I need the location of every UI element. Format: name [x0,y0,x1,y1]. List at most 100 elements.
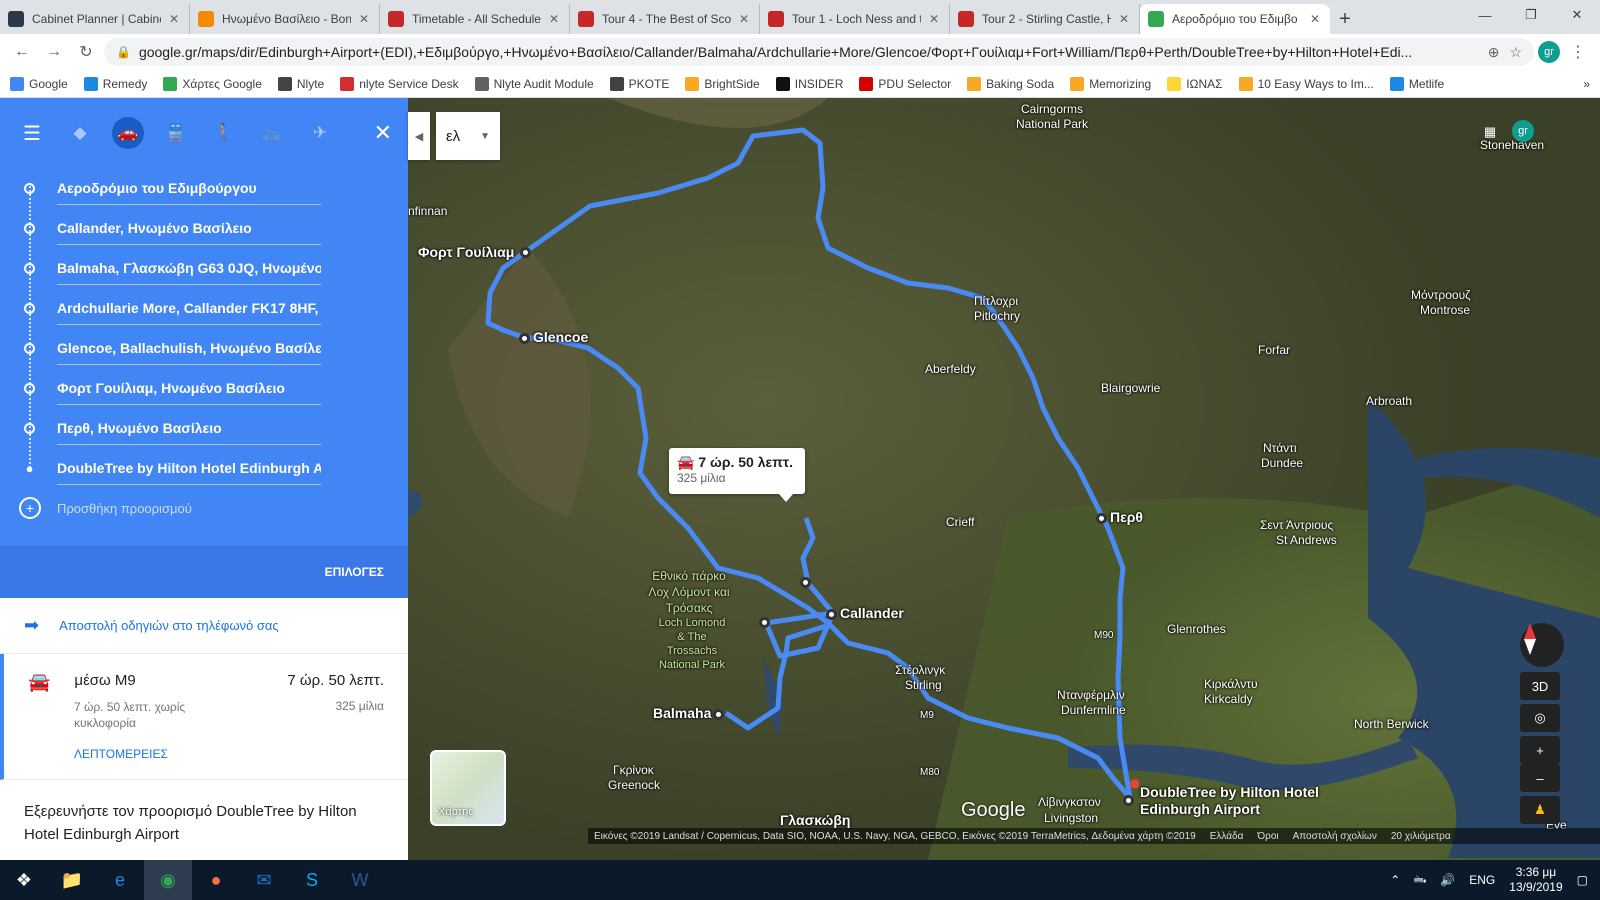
tab-close-icon[interactable]: ✕ [1119,12,1131,26]
network-icon[interactable]: 🖦 [1414,870,1426,891]
bookmark-item[interactable]: PDU Selector [859,76,951,91]
label-perth[interactable]: Περθ [1110,510,1143,525]
tab-close-icon[interactable]: ✕ [929,12,941,26]
my-location-icon[interactable]: ◎ [1520,704,1560,732]
tab-close-icon[interactable]: ✕ [169,12,181,26]
stop-field[interactable]: Ardchullarie More, Callander FK17 8HF, [24,288,408,328]
firefox-icon[interactable]: ● [192,860,240,900]
clock[interactable]: 3:36 μμ 13/9/2019 [1509,865,1562,895]
kebab-menu-icon[interactable]: ⋮ [1564,38,1592,66]
tab-close-icon[interactable]: ✕ [549,12,561,26]
best-route-icon[interactable]: ◆ [64,117,96,149]
skype-icon[interactable]: S [288,860,336,900]
browser-tab[interactable]: Ηνωμένο Βασίλειο - Bon ✕ [190,4,380,34]
bookmark-item[interactable]: Google [10,76,68,91]
stop-field[interactable]: Αεροδρόμιο του Εδιμβούργου [24,168,408,208]
details-link[interactable]: ΛΕΠΤΟΜΕΡΕΙΕΣ [28,747,384,761]
hamburger-menu-icon[interactable]: ☰ [16,117,48,149]
bookmark-item[interactable]: Memorizing [1070,76,1151,91]
add-icon[interactable]: ⊕ [1488,44,1500,61]
options-button[interactable]: ΕΠΙΛΟΓΕΣ [0,546,408,598]
browser-tab[interactable]: Tour 2 - Stirling Castle, H ✕ [950,4,1140,34]
pegman-icon[interactable]: ♟ [1520,796,1560,824]
maximize-icon[interactable]: ❐ [1508,0,1554,30]
profile-avatar[interactable]: gr [1538,41,1560,63]
tab-close-icon[interactable]: ✕ [739,12,751,26]
attribution-item[interactable]: Όροι [1257,831,1278,842]
browser-tab[interactable]: Tour 4 - The Best of Scot ✕ [570,4,760,34]
map-profile-avatar[interactable]: gr [1512,120,1534,142]
waypoint-marker[interactable] [519,333,530,344]
waypoint-marker[interactable] [713,709,724,720]
language-select[interactable]: ελ ▼ [436,112,500,160]
address-bar[interactable]: 🔒 google.gr/maps/dir/Edinburgh+Airport+(… [104,38,1534,66]
stop-field[interactable]: Callander, Ηνωμένο Βασίλειο [24,208,408,248]
stop-field[interactable]: Balmaha, Γλασκώβη G63 0JQ, Ηνωμένο [24,248,408,288]
close-window-icon[interactable]: ✕ [1554,0,1600,30]
attribution-item[interactable]: Ελλάδα [1210,831,1244,842]
map-type-toggle[interactable]: Χάρτης [430,750,506,826]
route-option[interactable]: 🚘 μέσω M9 7 ώρ. 50 λεπτ. 7 ώρ. 50 λεπτ. … [0,654,408,780]
flight-mode-icon[interactable]: ✈ [304,117,336,149]
send-to-phone[interactable]: ➡ Αποστολή οδηγιών στο τηλέφωνό σας [0,598,408,654]
bookmark-item[interactable]: Remedy [83,76,147,91]
3d-button[interactable]: 3D [1520,672,1560,700]
windows-start-icon[interactable]: ❖ [0,860,48,900]
map-canvas[interactable]: Φορτ Γουίλιαμ Glencoe Callander Balmaha … [408,98,1600,860]
car-mode-icon[interactable]: 🚗 [112,117,144,149]
waypoint-marker[interactable] [520,247,531,258]
attribution-item[interactable]: 20 χιλιόμετρα [1391,831,1451,842]
waypoint-marker[interactable] [800,577,811,588]
add-destination[interactable]: + Προσθήκη προορισμού [0,488,408,528]
back-icon[interactable]: ← [8,38,36,66]
stop-field[interactable]: Περθ, Ηνωμένο Βασίλειο [24,408,408,448]
notifications-icon[interactable]: ▢ [1577,873,1588,887]
bookmark-item[interactable]: Baking Soda [967,76,1054,91]
chrome-icon[interactable]: ◉ [144,860,192,900]
bookmark-item[interactable]: ΙΩΝΑΣ [1167,76,1223,91]
bookmark-item[interactable]: INSIDER [775,76,843,91]
outlook-icon[interactable]: ✉ [240,860,288,900]
compass-icon[interactable] [1520,623,1564,667]
minimize-icon[interactable]: — [1462,0,1508,30]
bookmark-item[interactable]: Χάρτες Google [163,76,262,91]
forward-icon[interactable]: → [40,38,68,66]
waypoint-marker[interactable] [759,617,770,628]
internet-explorer-icon[interactable]: e [96,860,144,900]
more-bookmarks-icon[interactable]: » [1583,77,1590,91]
waypoint-marker[interactable] [826,609,837,620]
stop-field[interactable]: ●DoubleTree by Hilton Hotel Edinburgh Ai… [24,448,408,488]
bookmark-item[interactable]: nlyte Service Desk [340,76,459,91]
bookmark-item[interactable]: 10 Easy Ways to Im... [1238,76,1374,91]
apps-grid-icon[interactable]: ▦ [1470,118,1510,146]
label-hotel[interactable]: DoubleTree by Hilton Hotel Edinburgh Air… [1140,784,1340,818]
volume-icon[interactable]: 🔊 [1440,873,1455,887]
waypoint-marker[interactable] [1096,513,1107,524]
destination-pin-icon[interactable]: ● [1128,770,1141,796]
tab-close-icon[interactable]: ✕ [359,12,371,26]
explore-destination[interactable]: Εξερευνήστε τον προορισμό DoubleTree by … [0,780,408,860]
new-tab-icon[interactable]: + [1330,4,1360,34]
bike-mode-icon[interactable]: 🚲 [256,117,288,149]
label-balmaha[interactable]: Balmaha [653,706,711,721]
browser-tab[interactable]: Timetable - All Schedules ✕ [380,4,570,34]
star-icon[interactable]: ☆ [1509,44,1522,61]
reload-icon[interactable]: ↻ [72,38,100,66]
route-callout[interactable]: 🚘 7 ώρ. 50 λεπτ. 325 μίλια [669,448,805,502]
bookmark-item[interactable]: Metlife [1389,76,1444,91]
bookmark-item[interactable]: BrightSide [685,76,760,91]
stop-field[interactable]: Φορτ Γουίλιαμ, Ηνωμένο Βασίλειο [24,368,408,408]
label-glencoe[interactable]: Glencoe [533,330,588,345]
zoom-in-icon[interactable]: + [1520,736,1560,764]
collapse-panel-icon[interactable]: ◀ [408,112,430,160]
browser-tab[interactable]: Αεροδρόμιο του Εδιμβο ✕ [1140,4,1330,34]
tab-close-icon[interactable]: ✕ [1310,12,1322,26]
walk-mode-icon[interactable]: 🚶 [208,117,240,149]
bookmark-item[interactable]: Nlyte [277,76,324,91]
transit-mode-icon[interactable]: 🚆 [160,117,192,149]
label-fort-william[interactable]: Φορτ Γουίλιαμ [418,245,514,260]
bookmark-item[interactable]: PKOTE [609,76,669,91]
label-callander[interactable]: Callander [840,606,904,621]
tray-chevron-icon[interactable]: ⌃ [1390,873,1400,887]
browser-tab[interactable]: Cabinet Planner | Cabinet ✕ [0,4,190,34]
